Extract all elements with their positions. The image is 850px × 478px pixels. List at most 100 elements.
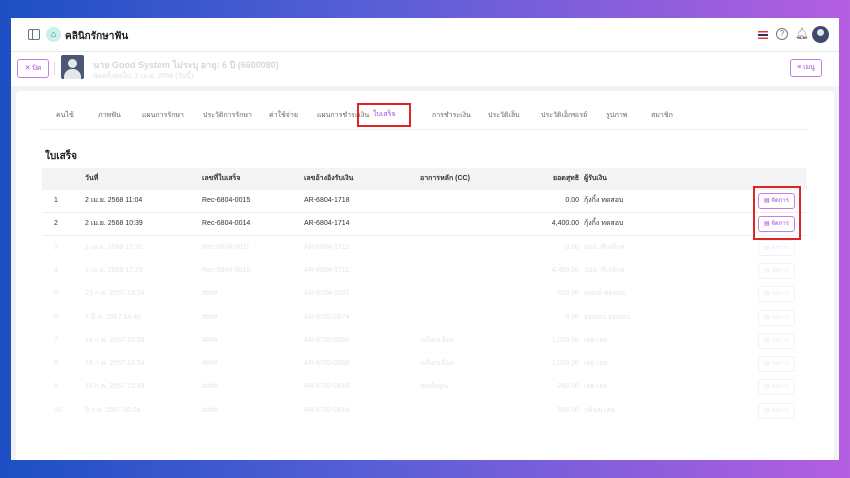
table-cell: 500.00 xyxy=(557,290,579,298)
bell-icon[interactable]: 🔔︎ xyxy=(795,27,809,40)
column-header: เลขอ้างอิงรับเงิน xyxy=(304,175,354,182)
table-cell: 7 มี.ค. 2567 14:48 xyxy=(85,313,142,321)
manage-button[interactable]: ▤ จัดการ xyxy=(758,286,795,303)
table-cell: ฟุดพันปูน xyxy=(420,383,449,391)
patient-bar: ✕ ปิด นาย Good System ไม่ระบุ อายุ: 6 ปี… xyxy=(11,52,839,86)
table-cell: 4,400.00 xyxy=(551,220,579,228)
highlight-box xyxy=(753,186,801,240)
table-row: 4 1 เม.ย. 2568 17:29 Rec-6804-0010 AR-6804-… xyxy=(42,260,807,283)
table-cell: AR-6804-1714 xyxy=(304,220,350,228)
table-cell: 19 ก.พ. 2567 15:54 xyxy=(85,360,145,368)
column-header: ยอดสุทธิ xyxy=(552,175,579,182)
tab-10[interactable]: รูปภาพ xyxy=(606,104,627,128)
close-button[interactable]: ✕ ปิด xyxy=(17,59,49,78)
table-cell: 5 xyxy=(54,290,58,298)
table-cell: 2 เม.ย. 2568 11:04 xyxy=(85,197,143,204)
section-title: ใบเสร็จ xyxy=(45,151,77,162)
table-cell: #### xyxy=(202,406,218,414)
user-avatar[interactable] xyxy=(812,26,829,43)
table-cell: 8 xyxy=(54,360,58,368)
column-header: เลขที่ใบเสร็จ xyxy=(202,175,241,182)
table-cell: 1 เม.ย. 2568 17:29 xyxy=(85,266,143,274)
table-cell: AR-6702-0874 xyxy=(304,313,350,321)
table-cell: 2 เม.ย. 2568 10:39 xyxy=(85,220,143,228)
table-cell: เลย เลย xyxy=(584,383,608,391)
manage-button[interactable]: ▤ จัดการ xyxy=(758,379,795,396)
table-row: 5 23 ก.ค. 2567 14:54 #### AR-6704-1007 500.0… xyxy=(42,283,807,307)
manage-label: จัดการ xyxy=(771,361,789,368)
table-cell: #### xyxy=(202,313,218,321)
menu-button[interactable]: ≡ เมนู xyxy=(790,59,822,77)
patient-name: นาย Good System ไม่ระบุ อายุ: 6 ปี (6600… xyxy=(93,60,279,70)
table-cell: 1,000.00 xyxy=(551,336,579,344)
manage-label: จัดการ xyxy=(771,244,789,251)
sidebar-toggle-icon[interactable] xyxy=(28,29,40,40)
table-cell: เหงือกเลือด xyxy=(420,336,455,344)
clinic-logo-icon: ⌂ xyxy=(46,27,61,42)
table-cell: 9 xyxy=(54,383,58,391)
table-cell: 10 xyxy=(54,406,62,414)
content-card: คนไข้ ภาพฟัน แผนการรักษา ประวัติการรักษา ค่า… xyxy=(16,91,834,460)
tab-8[interactable]: ประวัติเล็บ xyxy=(488,104,520,128)
table-row: 9 19 ก.พ. 2567 15:49 #### AR-6702-0815 ฟุดพั… xyxy=(42,376,807,400)
manage-label: จัดการ xyxy=(771,407,789,414)
table-cell: 9 ก.พ. 2567 16:04 xyxy=(85,406,141,414)
help-icon[interactable]: ? xyxy=(776,28,788,40)
table-cell: 550.00 xyxy=(557,406,579,414)
tab-bar: คนไข้ ภาพฟัน แผนการรักษา ประวัติการรักษา ค่า… xyxy=(40,103,807,130)
tab-0[interactable]: คนไข้ xyxy=(56,104,74,128)
table-cell: Rec-6804-0015 xyxy=(202,197,251,204)
tab-9[interactable]: ประวัติเอ็กซเรย์ xyxy=(541,104,587,128)
column-header: ผู้รับเงิน xyxy=(584,175,607,182)
tab-6[interactable]: ใบเสร็จ xyxy=(357,103,412,127)
table-cell: กุ้งกิ้ง ทดสอบ xyxy=(584,220,624,228)
table-cell: 6 xyxy=(54,313,58,321)
tab-11[interactable]: สมาชิก xyxy=(651,104,673,128)
table-row: 8 19 ก.พ. 2567 15:54 #### AR-6702-0856 เหงือ… xyxy=(42,353,807,377)
table-row: 6 7 มี.ค. 2567 14:48 #### AR-6702-0874 0.00 ท… xyxy=(42,307,807,330)
manage-label: จัดการ xyxy=(771,384,789,391)
table-row: 7 19 ก.พ. 2567 15:58 #### AR-6702-0860 เหงือ… xyxy=(42,330,807,353)
table-cell: เลย เลย xyxy=(584,360,608,368)
table-cell: 23 ก.ค. 2567 14:54 xyxy=(85,290,145,298)
table-cell: AR-6804-1711 xyxy=(304,266,350,274)
manage-button[interactable]: ▤ จัดการ xyxy=(758,239,795,256)
tab-1[interactable]: ภาพฟัน xyxy=(98,104,121,128)
table-cell: AR-6804-1718 xyxy=(304,197,350,204)
manage-button[interactable]: ▤ จัดการ xyxy=(758,402,795,419)
top-bar: ⌂ คลินิกรักษาฟัน ? 🔔︎ xyxy=(11,18,839,52)
manage-label: จัดการ xyxy=(771,314,789,321)
table-cell: 19 ก.พ. 2567 15:49 xyxy=(85,383,145,391)
tab-4[interactable]: ค่าใช้จ่าย xyxy=(269,104,298,128)
table-cell: 4,400.00 xyxy=(551,266,579,274)
manage-button[interactable]: ▤ จัดการ xyxy=(758,309,795,326)
manage-button[interactable]: ▤ จัดการ xyxy=(758,356,795,373)
table-cell: 19 ก.พ. 2567 15:58 xyxy=(85,336,145,344)
table-cell: AR-6704-1007 xyxy=(304,290,350,298)
table-cell: AR-6702-0815 xyxy=(304,383,350,391)
table-cell: วทันชุ เลย. xyxy=(584,406,617,414)
table-cell: 0.00 xyxy=(565,243,579,251)
thai-flag-icon[interactable] xyxy=(758,31,768,39)
table-cell: Rec-6804-0014 xyxy=(202,220,251,228)
table-cell: 7 xyxy=(54,336,58,344)
table-cell: 4 xyxy=(54,266,58,274)
patient-avatar xyxy=(61,55,84,79)
table-cell: #### xyxy=(202,383,218,391)
table-cell: AR-6702-0860 xyxy=(304,336,350,344)
manage-button[interactable]: ▤ จัดการ xyxy=(758,262,795,279)
table-cell: 0.00 xyxy=(565,197,579,204)
tab-7[interactable]: การชำระเงิน xyxy=(432,104,471,128)
table-cell: เลย เลย xyxy=(584,336,608,344)
column-header: อาการหลัก (CC) xyxy=(420,175,470,182)
tab-3[interactable]: ประวัติการรักษา xyxy=(203,104,252,128)
table-cell: 250.00 xyxy=(557,383,579,391)
patient-subtitle: นัดครั้งต่อไป: 2 เม.ย. 2568 (วันนี้) xyxy=(93,73,194,80)
table-row: 2 2 เม.ย. 2568 10:39 Rec-6804-0014 AR-6804-… xyxy=(42,213,807,237)
tab-2[interactable]: แผนการรักษา xyxy=(142,104,184,128)
manage-label: จัดการ xyxy=(771,267,789,274)
table-cell: 1 xyxy=(54,197,58,204)
manage-button[interactable]: ▤ จัดการ xyxy=(758,332,795,349)
table-cell: ทดสอบ ทดสอบ xyxy=(584,313,631,321)
table-cell: ปอย. ทีเจลิกุล xyxy=(584,266,625,274)
